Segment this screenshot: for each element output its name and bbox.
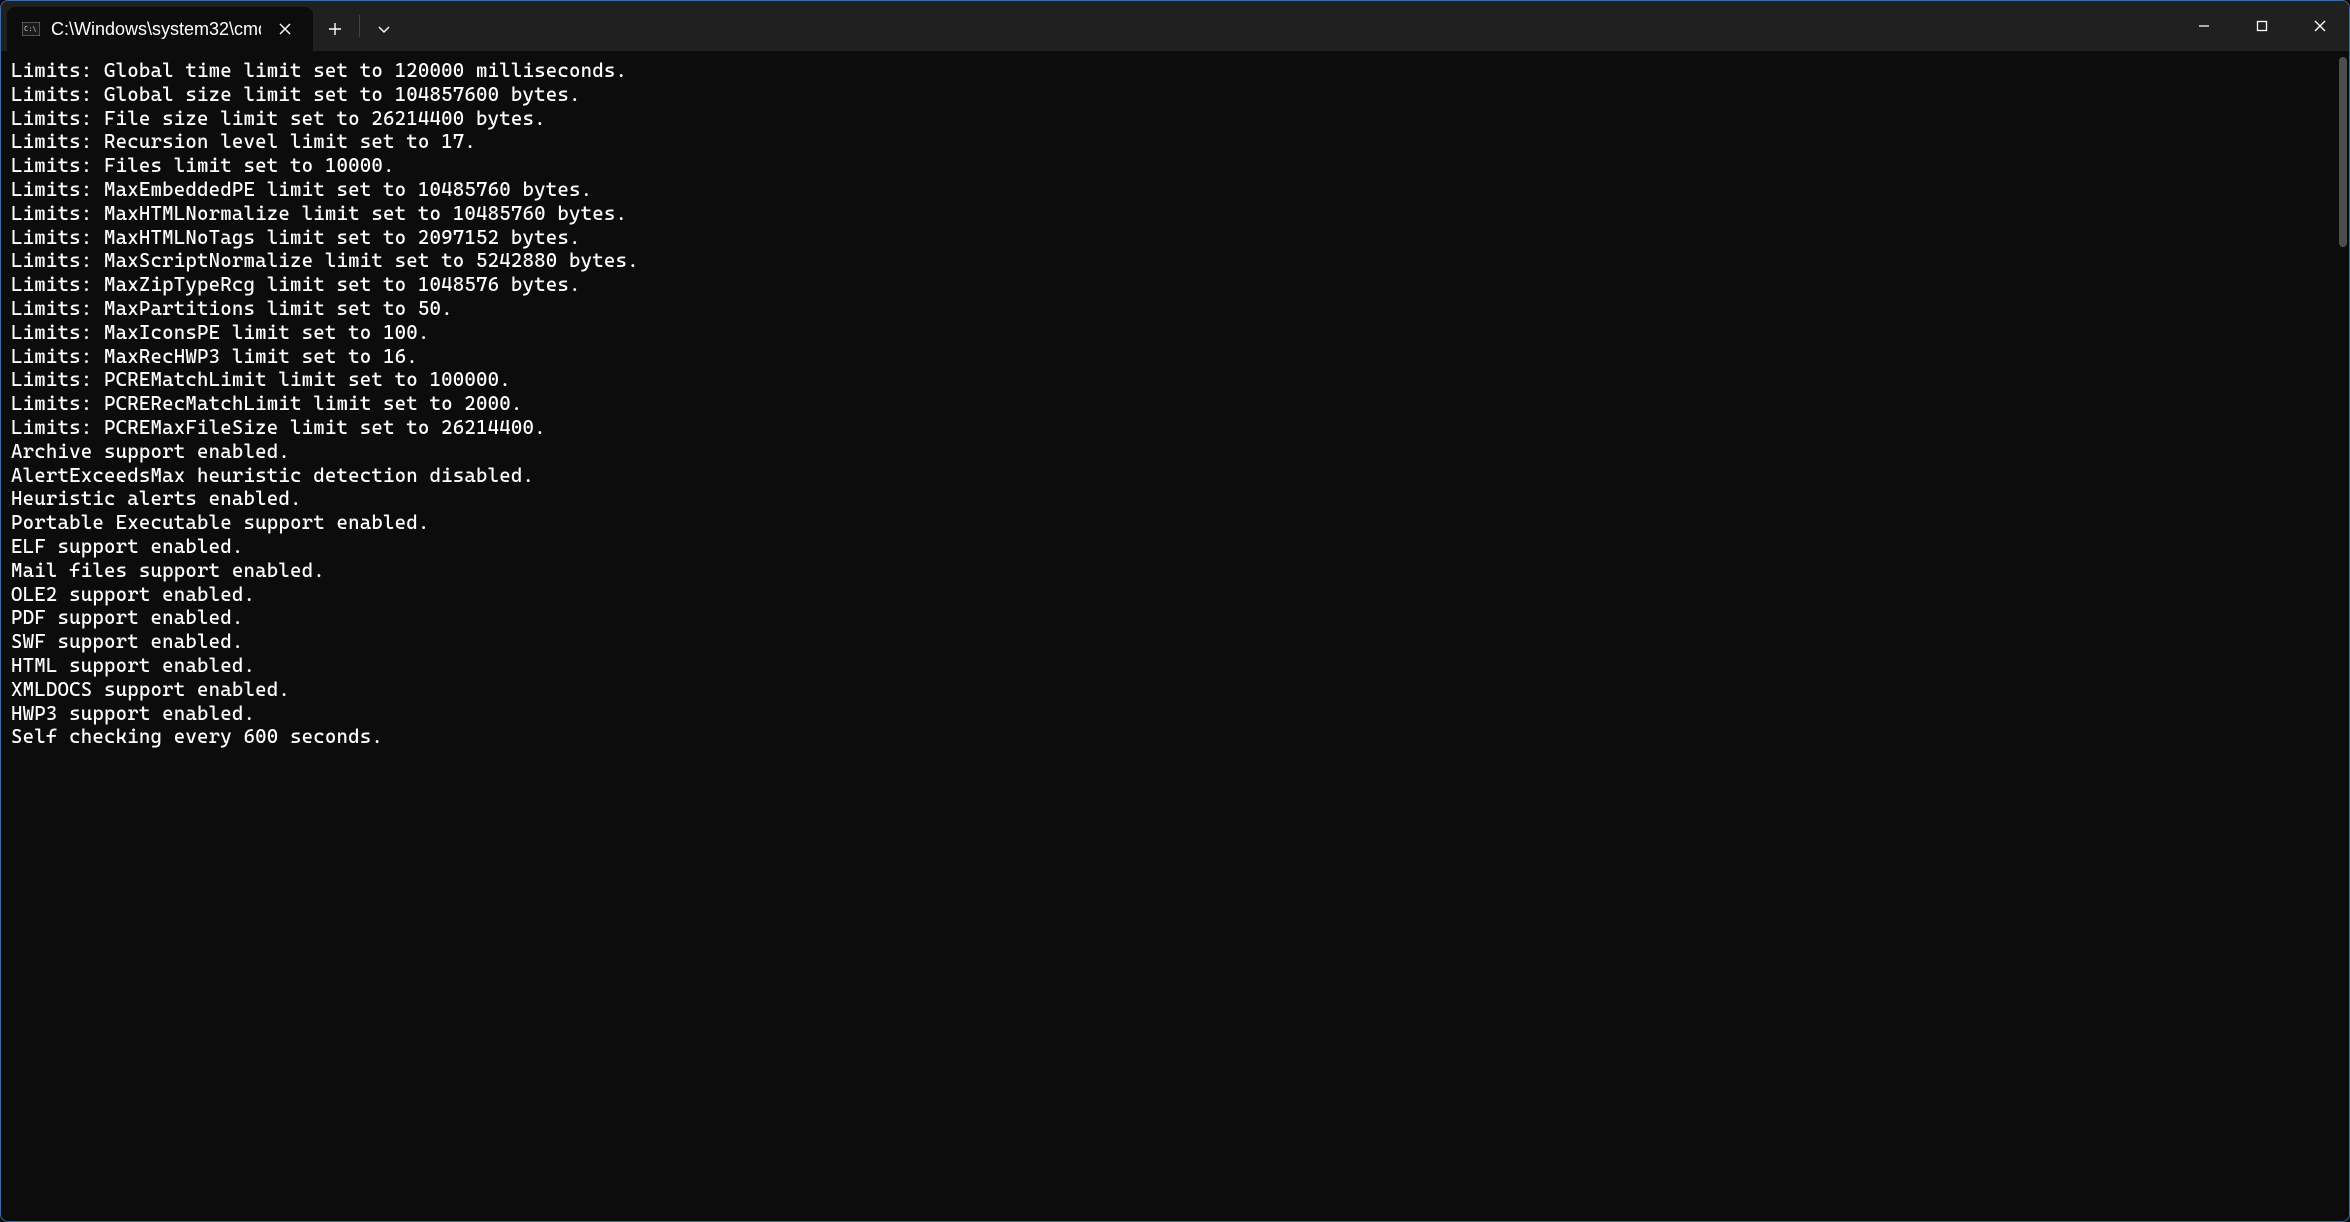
terminal-window: C:\ C:\Windows\system32\cmd.e	[0, 0, 2350, 1222]
output-line: Limits: Global time limit set to 120000 …	[11, 59, 2339, 83]
tab-area: C:\ C:\Windows\system32\cmd.e	[1, 1, 406, 51]
output-line: Limits: PCRERecMatchLimit limit set to 2…	[11, 392, 2339, 416]
titlebar-drag-region[interactable]	[406, 1, 2175, 51]
output-line: Limits: Global size limit set to 1048576…	[11, 83, 2339, 107]
output-line: Limits: MaxPartitions limit set to 50.	[11, 297, 2339, 321]
tab-dropdown-button[interactable]	[362, 7, 406, 51]
tab-divider	[359, 15, 360, 37]
new-tab-button[interactable]	[313, 7, 357, 51]
cursor-line	[11, 749, 2339, 773]
output-line: Limits: PCREMaxFileSize limit set to 262…	[11, 416, 2339, 440]
output-line: OLE2 support enabled.	[11, 583, 2339, 607]
output-line: Limits: MaxHTMLNoTags limit set to 20971…	[11, 226, 2339, 250]
output-line: Portable Executable support enabled.	[11, 511, 2339, 535]
tab-cmd[interactable]: C:\ C:\Windows\system32\cmd.e	[7, 7, 313, 51]
maximize-button[interactable]	[2233, 1, 2291, 51]
output-line: Limits: MaxHTMLNormalize limit set to 10…	[11, 202, 2339, 226]
output-line: HTML support enabled.	[11, 654, 2339, 678]
tab-close-button[interactable]	[271, 15, 299, 43]
output-line: Limits: Recursion level limit set to 17.	[11, 130, 2339, 154]
terminal-body[interactable]: Limits: Global time limit set to 120000 …	[1, 51, 2349, 1221]
output-line: ELF support enabled.	[11, 535, 2339, 559]
output-line: Limits: MaxEmbeddedPE limit set to 10485…	[11, 178, 2339, 202]
output-line: Limits: File size limit set to 26214400 …	[11, 107, 2339, 131]
output-line: Self checking every 600 seconds.	[11, 725, 2339, 749]
output-line: Limits: MaxZipTypeRcg limit set to 10485…	[11, 273, 2339, 297]
close-button[interactable]	[2291, 1, 2349, 51]
output-line: Archive support enabled.	[11, 440, 2339, 464]
scrollbar-thumb[interactable]	[2339, 57, 2347, 247]
output-line: AlertExceedsMax heuristic detection disa…	[11, 464, 2339, 488]
output-line: Limits: PCREMatchLimit limit set to 1000…	[11, 368, 2339, 392]
output-line: Heuristic alerts enabled.	[11, 487, 2339, 511]
output-line: Mail files support enabled.	[11, 559, 2339, 583]
output-line: Limits: MaxScriptNormalize limit set to …	[11, 249, 2339, 273]
output-line: HWP3 support enabled.	[11, 702, 2339, 726]
window-controls	[2175, 1, 2349, 51]
titlebar[interactable]: C:\ C:\Windows\system32\cmd.e	[1, 1, 2349, 51]
output-line: Limits: MaxIconsPE limit set to 100.	[11, 321, 2339, 345]
output-line: XMLDOCS support enabled.	[11, 678, 2339, 702]
output-line: PDF support enabled.	[11, 606, 2339, 630]
terminal-output: Limits: Global time limit set to 120000 …	[1, 51, 2349, 781]
output-line: Limits: Files limit set to 10000.	[11, 154, 2339, 178]
svg-text:C:\: C:\	[24, 25, 37, 33]
output-line: Limits: MaxRecHWP3 limit set to 16.	[11, 345, 2339, 369]
output-line: SWF support enabled.	[11, 630, 2339, 654]
cmd-icon: C:\	[21, 19, 41, 39]
minimize-button[interactable]	[2175, 1, 2233, 51]
tab-title: C:\Windows\system32\cmd.e	[51, 19, 261, 40]
